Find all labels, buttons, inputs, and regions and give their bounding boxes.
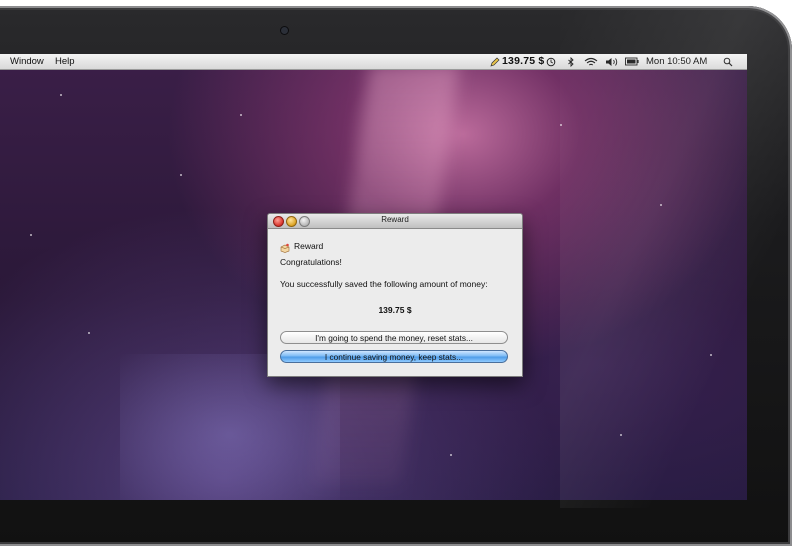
- menu-window[interactable]: Window: [10, 54, 44, 69]
- wallpaper-star: [710, 354, 712, 356]
- dialog-title: Reward: [381, 215, 409, 224]
- wifi-icon[interactable]: [583, 54, 599, 69]
- camera-icon: [281, 27, 288, 34]
- battery-icon[interactable]: [624, 54, 640, 69]
- reward-dialog: Reward Reward Congratulations! You succe…: [267, 213, 523, 377]
- message-text: You successfully saved the following amo…: [280, 279, 488, 289]
- wallpaper-star: [560, 124, 562, 126]
- reward-icon: [280, 240, 290, 253]
- saved-amount: 139.75 $: [378, 305, 412, 315]
- money-status[interactable]: 139.75 $: [502, 54, 544, 69]
- wallpaper-star: [180, 174, 182, 176]
- wallpaper-star: [60, 94, 62, 96]
- dialog-heading: Reward: [294, 241, 324, 251]
- spotlight-icon[interactable]: [722, 54, 734, 69]
- menu-bar: Window Help 139.75 $ Mon 10:50 AM: [0, 54, 747, 70]
- time-machine-icon[interactable]: [545, 54, 557, 69]
- menu-clock[interactable]: Mon 10:50 AM: [646, 54, 707, 69]
- wallpaper-star: [660, 204, 662, 206]
- wallpaper-star: [240, 114, 242, 116]
- congrats-text: Congratulations!: [280, 257, 342, 267]
- wallpaper-star: [620, 434, 622, 436]
- bluetooth-icon[interactable]: [566, 54, 576, 69]
- volume-icon[interactable]: [604, 54, 620, 69]
- wallpaper-star: [450, 454, 452, 456]
- spend-money-button[interactable]: I'm going to spend the money, reset stat…: [280, 331, 508, 344]
- dialog-titlebar[interactable]: Reward: [268, 214, 522, 229]
- continue-saving-button[interactable]: I continue saving money, keep stats...: [280, 350, 508, 363]
- wallpaper-star: [88, 332, 90, 334]
- pencil-icon[interactable]: [489, 54, 501, 69]
- menu-help[interactable]: Help: [55, 54, 75, 69]
- wallpaper-star: [30, 234, 32, 236]
